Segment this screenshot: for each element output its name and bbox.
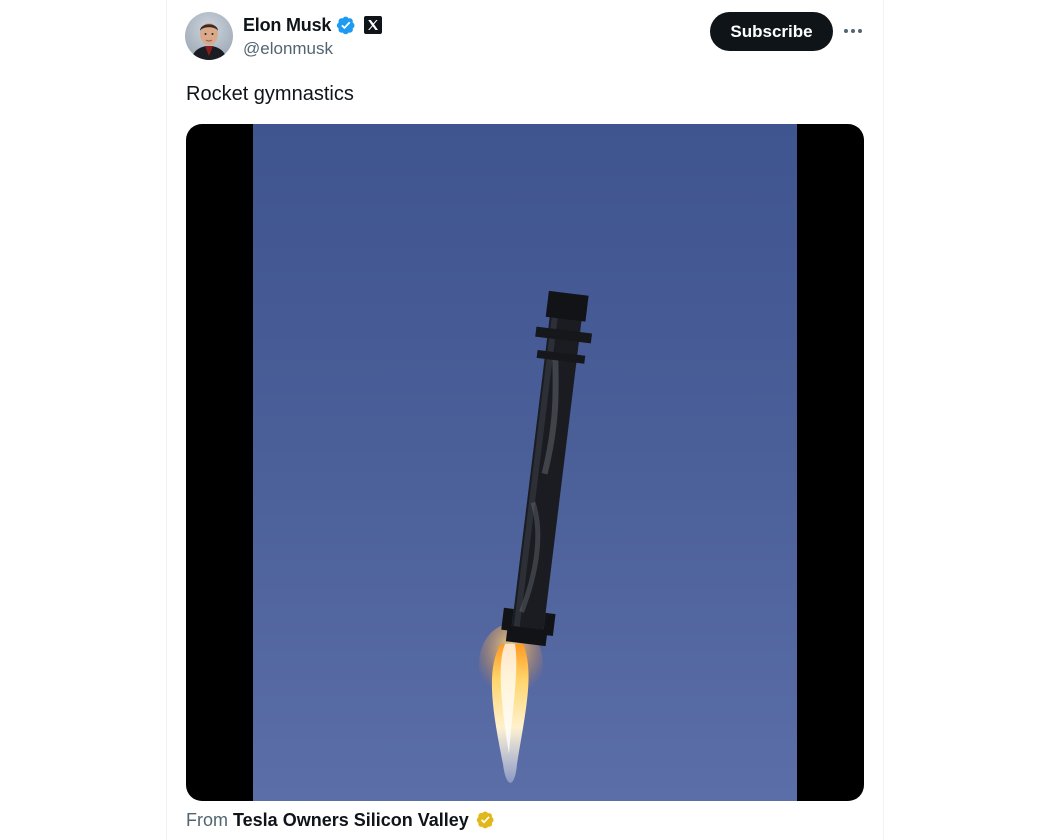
post-text: Rocket gymnastics — [186, 83, 354, 105]
author-display-name[interactable]: Elon Musk — [243, 15, 331, 36]
video-frame-rocket — [253, 124, 797, 801]
page: Elon Musk @elonmusk Subscribe Rocket gym… — [0, 0, 1050, 840]
avatar-image — [185, 12, 233, 60]
more-options-icon[interactable] — [838, 18, 868, 44]
video-attribution: From Tesla Owners Silicon Valley — [186, 808, 495, 832]
attribution-prefix: From — [186, 809, 228, 830]
verified-badge-icon[interactable] — [335, 15, 356, 36]
author-handle[interactable]: @elonmusk — [243, 39, 333, 59]
subscribe-button[interactable]: Subscribe — [710, 12, 833, 51]
author-avatar[interactable] — [185, 12, 233, 60]
attribution-source-link[interactable]: Tesla Owners Silicon Valley — [233, 810, 469, 831]
author-name-row: Elon Musk — [243, 13, 383, 37]
post-video[interactable] — [186, 124, 864, 801]
gold-verified-badge-icon — [475, 810, 495, 830]
x-logo-icon[interactable] — [364, 16, 383, 34]
